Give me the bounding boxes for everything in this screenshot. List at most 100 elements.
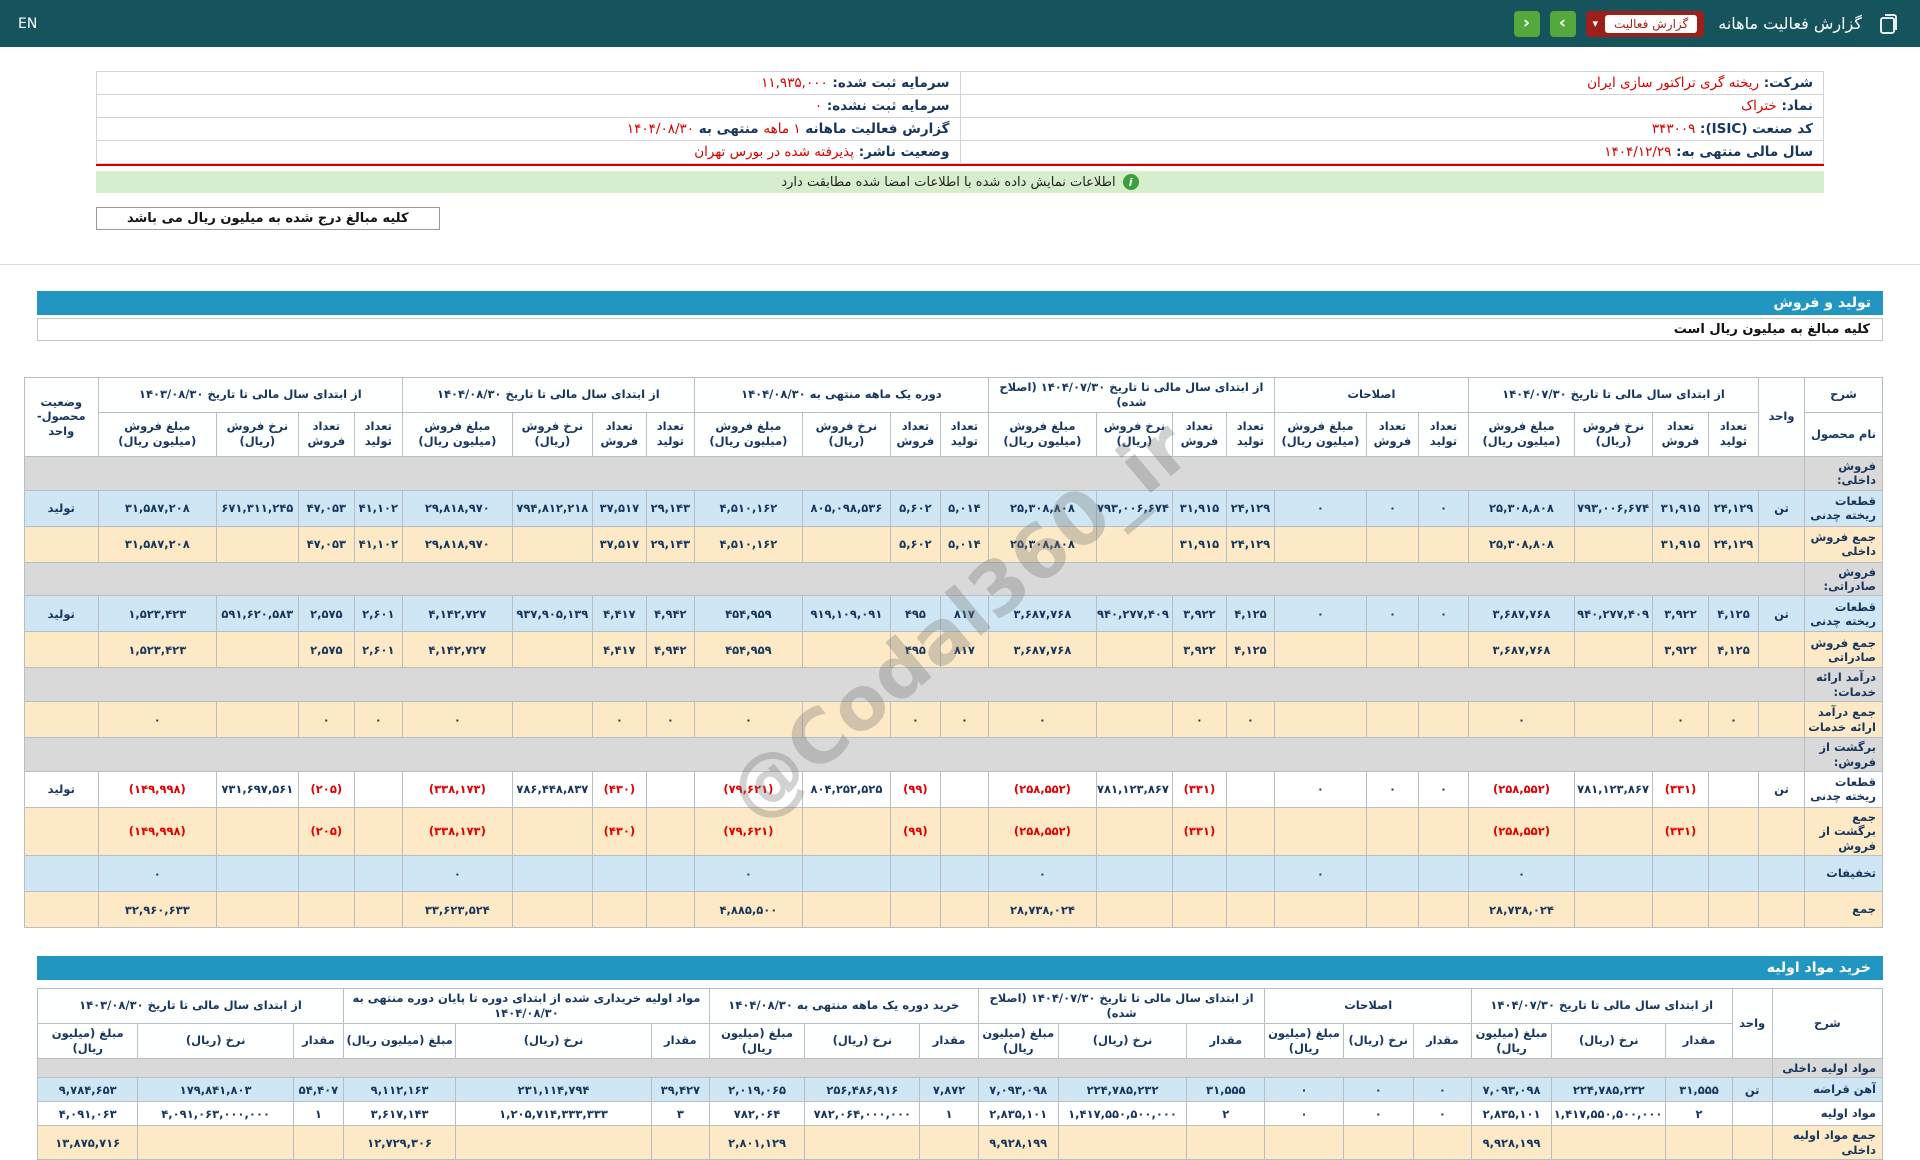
data-cell: (۳۳۱): [1171, 806, 1227, 857]
data-cell: [1758, 891, 1805, 928]
col-group-ytd-0730: از ابتدای سال مالی تا تاریخ ۱۴۰۴/۰۷/۳۰: [1470, 988, 1733, 1024]
data-cell: [511, 701, 593, 739]
data-cell: ۷۸۱,۱۲۳,۸۶۷: [1574, 770, 1653, 808]
data-cell: [1273, 525, 1367, 563]
report-type-dropdown[interactable]: گزارش فعالیت ▾: [1585, 10, 1705, 37]
data-cell: ۰: [1467, 855, 1576, 892]
col-subheader-rate: نرخ فروش (ریال): [1574, 411, 1653, 457]
row-label-cell: قطعات ریخته چدنی: [1804, 595, 1883, 633]
col-group-ytd-0730: از ابتدای سال مالی تا تاریخ ۱۴۰۴/۰۷/۳۰: [1467, 377, 1760, 413]
report-type-selected: گزارش فعالیت: [1605, 14, 1698, 33]
company-info-section: شرکت: ریخته گری تراکتور سازی ایران سرمایه…: [96, 71, 1824, 166]
data-cell: ۰: [939, 701, 989, 739]
page-title: گزارش فعالیت ماهانه: [1718, 14, 1862, 33]
data-cell: [801, 631, 891, 669]
data-cell: ۴,۹۴۲: [645, 631, 695, 669]
data-cell: ۰: [1417, 489, 1469, 527]
col-subheader-amount: مبلغ فروش (میلیون ریال): [1273, 411, 1367, 457]
data-cell: ۰: [1273, 770, 1367, 808]
row-label-cell: جمع برگشت از فروش: [1804, 806, 1883, 857]
data-cell: ۴,۱۲۵: [1225, 595, 1275, 633]
data-cell: [1574, 806, 1653, 857]
data-cell: ۲۵,۳۰۸,۸۰۸: [987, 489, 1097, 527]
col-group-prev-year: از ابتدای سال مالی تا تاریخ ۱۴۰۳/۰۸/۳۰: [97, 377, 403, 413]
table-row: جمع فروش داخلی ۲۴,۱۲۹ ۳۱,۹۱۵ ۲۵,۳۰۸,۸۰۸ ۲۴,۱…: [23, 525, 1883, 563]
col-subheader-qty: مقدار: [1412, 1022, 1472, 1059]
data-cell: ۰: [353, 701, 403, 739]
data-cell: (۱۴۹,۹۹۸): [97, 770, 217, 808]
col-header-unit: واحد: [1758, 377, 1805, 457]
next-report-button[interactable]: ›: [1549, 10, 1576, 37]
table-row: قطعات ریخته چدنی تن ۴,۱۲۵ ۳,۹۲۲ ۹۴۰,۲۷۷,۴۰۹ ۳…: [23, 595, 1883, 633]
data-cell: (۴۳۰): [591, 806, 647, 857]
data-cell: ۰: [401, 855, 513, 892]
data-cell: ۲۵۶,۴۸۶,۹۱۶: [804, 1077, 921, 1103]
data-cell: ۹۴۰,۲۷۷,۴۰۹: [1095, 595, 1173, 633]
table-row: آهن قراضه تن ۳۱,۵۵۵ ۲۲۴,۷۸۵,۲۳۲ ۷,۰۹۳,۰۹۸ ۰ ۰ ۰…: [36, 1077, 1884, 1103]
data-cell: ۲۲۴,۷۸۵,۲۳۲: [1551, 1077, 1667, 1103]
col-subheader-qty-prod: تعداد تولید: [939, 411, 989, 457]
data-cell: ۷,۰۹۳,۰۹۸: [977, 1077, 1059, 1103]
data-cell: [1057, 1125, 1188, 1160]
col-subheader-qty-sale: تعداد فروش: [591, 411, 647, 457]
language-toggle[interactable]: EN: [18, 16, 37, 32]
materials-purchase-table: شرح واحد از ابتدای سال مالی تا تاریخ ۱۴۰…: [36, 988, 1884, 1160]
data-cell: تولید: [23, 489, 99, 527]
data-cell: [1365, 525, 1419, 563]
data-cell: ۴,۱۴۲,۷۲۷: [401, 595, 513, 633]
info-cell: سال مالی منتهی به: ۱۴۰۴/۱۲/۲۹: [959, 140, 1824, 164]
data-cell: (۴۳۰): [591, 770, 647, 808]
data-cell: ۲۴,۱۲۹: [1225, 525, 1275, 563]
data-cell: [23, 806, 99, 857]
data-cell: [1171, 891, 1227, 928]
amounts-unit-note: کلیه مبالغ درج شده به میلیون ریال می باش…: [96, 207, 440, 230]
col-subheader-rate: نرخ فروش (ریال): [215, 411, 299, 457]
data-cell: ۲۸,۷۳۸,۰۲۴: [987, 891, 1097, 928]
data-cell: [591, 891, 647, 928]
data-cell: ۴۱,۱۰۲: [353, 489, 403, 527]
data-cell: ۱,۵۲۳,۴۲۳: [97, 595, 217, 633]
col-subheader-rate: نرخ فروش (ریال): [511, 411, 593, 457]
data-cell: [297, 855, 355, 892]
data-cell: ۲۴,۱۲۹: [1708, 489, 1759, 527]
data-cell: ۸۰۴,۲۵۲,۵۲۵: [801, 770, 891, 808]
col-subheader-qty: مقدار: [919, 1022, 979, 1059]
data-cell: ۵,۶۰۲: [889, 489, 941, 527]
data-cell: (۳۳۱): [1652, 806, 1709, 857]
chevron-down-icon: ▾: [1592, 17, 1599, 30]
data-cell: ۹,۱۱۲,۱۶۳: [342, 1077, 457, 1103]
data-cell: ۴,۰۹۱,۰۶۳,۰۰۰,۰۰۰: [137, 1101, 294, 1127]
data-cell: ۳,۹۲۲: [1171, 631, 1227, 669]
data-cell: (۱۴۹,۹۹۸): [97, 806, 217, 857]
data-cell: ۰: [889, 701, 941, 739]
data-cell: ۱: [292, 1101, 344, 1127]
data-cell: ۳۱,۵۵۵: [1186, 1077, 1266, 1103]
data-cell: [1095, 525, 1173, 563]
data-cell: [215, 525, 299, 563]
chevron-right-icon: ›: [1559, 13, 1567, 33]
data-cell: ۲۹,۱۴۳: [645, 525, 695, 563]
data-cell: ۳,۶۸۷,۷۶۸: [987, 595, 1097, 633]
data-cell: ۷,۸۷۲: [919, 1077, 979, 1103]
col-subheader-amount: مبلغ (میلیون ریال): [708, 1022, 806, 1059]
prev-report-button[interactable]: ‹: [1513, 10, 1540, 37]
data-cell: ۳۲,۹۶۰,۶۳۳: [97, 891, 217, 928]
data-cell: [1273, 806, 1367, 857]
table-row: قطعات ریخته چدنی تن (۳۳۱) ۷۸۱,۱۲۳,۸۶۷ (۲۵۸,۵…: [23, 770, 1883, 808]
data-cell: [1365, 701, 1419, 739]
data-cell: ۰: [1417, 770, 1469, 808]
col-subheader-amount: مبلغ (میلیون ریال): [36, 1022, 139, 1059]
data-cell: [1708, 770, 1759, 808]
data-cell: [1264, 1125, 1344, 1160]
col-subheader-qty-prod: تعداد تولید: [1417, 411, 1469, 457]
report-copy-icon[interactable]: [1876, 11, 1902, 37]
data-cell: (۳۳۸,۱۷۳): [401, 806, 513, 857]
data-cell: تن: [1731, 1077, 1773, 1103]
data-cell: [939, 855, 989, 892]
topbar: گزارش فعالیت ماهانه گزارش فعالیت ▾ › ‹ E…: [0, 0, 1920, 47]
col-subheader-rate: نرخ (ریال): [804, 1022, 921, 1059]
data-cell: [650, 1125, 710, 1160]
data-cell: ۳,۶۸۷,۷۶۸: [1467, 631, 1576, 669]
data-cell: ۳۷,۵۱۷: [591, 489, 647, 527]
col-subheader-qty: مقدار: [292, 1022, 344, 1059]
